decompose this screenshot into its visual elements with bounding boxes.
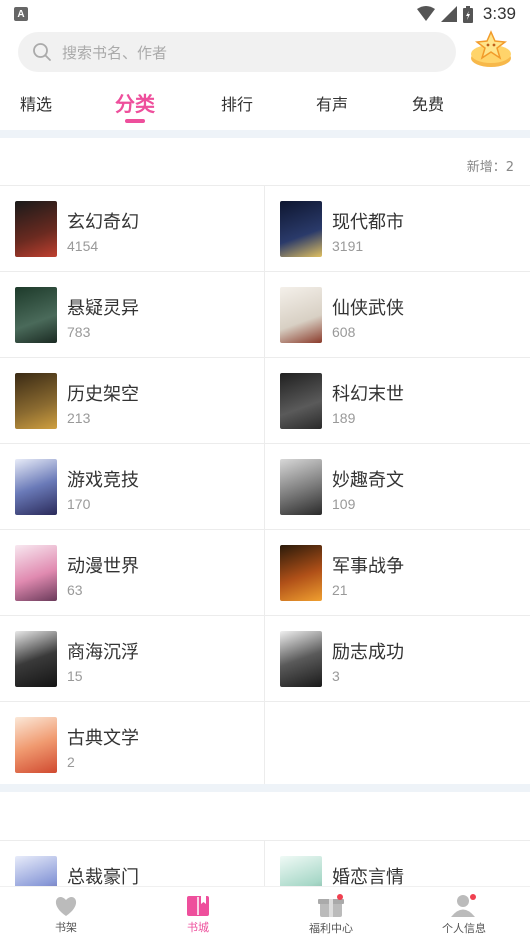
category-name: 玄幻奇幻 [67, 212, 139, 233]
person-icon [451, 894, 476, 917]
category-item-fantasy[interactable]: 玄幻奇幻 4154 [0, 186, 265, 272]
category-name: 婚恋言情 [332, 867, 404, 886]
category-count: 170 [67, 496, 91, 512]
category-name: 仙侠武侠 [332, 298, 404, 319]
clock: 3:39 [482, 4, 516, 23]
new-count-label: 新增：2 [466, 160, 514, 175]
category-item-scifi[interactable]: 科幻末世 189 [265, 358, 530, 444]
tab-category[interactable]: 分类 [115, 88, 155, 117]
category-item-urban[interactable]: 现代都市 3191 [265, 186, 530, 272]
book-cover [15, 201, 57, 257]
nav-bookstore[interactable]: 书城 [132, 887, 264, 942]
category-item-inspirational[interactable]: 励志成功 3 [265, 616, 530, 702]
tab-featured[interactable]: 精选 [20, 91, 52, 115]
book-cover [280, 459, 322, 515]
category-count: 2 [67, 754, 75, 770]
book-cover [280, 631, 322, 687]
category-name: 总裁豪门 [67, 867, 139, 886]
active-tab-indicator [125, 119, 145, 123]
category-item-business[interactable]: 商海沉浮 15 [0, 616, 265, 702]
battery-icon [462, 5, 473, 23]
nav-bookshelf[interactable]: 书架 [0, 887, 132, 942]
nav-label: 福利中心 [309, 922, 353, 935]
search-row: 搜索书名、作者 [18, 30, 514, 72]
search-icon [33, 43, 51, 61]
category-item-xianxia[interactable]: 仙侠武侠 608 [265, 272, 530, 358]
book-cover [15, 373, 57, 429]
category-count: 3 [332, 668, 340, 684]
category-name: 历史架空 [67, 384, 139, 405]
category-name: 现代都市 [332, 212, 404, 233]
category-count: 15 [67, 668, 83, 684]
bottom-nav: 书架 书城 福利中心 个人信息 [0, 886, 530, 942]
book-cover [15, 717, 57, 773]
category-name: 悬疑灵异 [67, 298, 139, 319]
category-name: 科幻末世 [332, 384, 404, 405]
category-item-empty [265, 702, 530, 788]
heart-icon [55, 897, 77, 916]
category-item-quirky[interactable]: 妙趣奇文 109 [265, 444, 530, 530]
nav-welfare[interactable]: 福利中心 [265, 887, 397, 942]
category-item-anime[interactable]: 动漫世界 63 [0, 530, 265, 616]
category-name: 商海沉浮 [67, 642, 139, 663]
category-name: 古典文学 [67, 728, 139, 749]
category-item-history[interactable]: 历史架空 213 [0, 358, 265, 444]
category-count: 109 [332, 496, 356, 512]
book-icon [187, 896, 209, 916]
category-count: 213 [67, 410, 91, 426]
category-count: 63 [67, 582, 83, 598]
wifi-icon [416, 6, 435, 21]
book-cover [280, 287, 322, 343]
category-item-military[interactable]: 军事战争 21 [265, 530, 530, 616]
category-item-suspense[interactable]: 悬疑灵异 783 [0, 272, 265, 358]
category-name: 动漫世界 [67, 556, 139, 577]
section-divider [0, 784, 530, 792]
category-name: 军事战争 [332, 556, 404, 577]
app-notification-icon: A [14, 7, 28, 21]
search-placeholder: 搜索书名、作者 [62, 43, 168, 62]
nav-profile[interactable]: 个人信息 [398, 887, 530, 942]
category-count: 783 [67, 324, 91, 340]
category-item-gaming[interactable]: 游戏竞技 170 [0, 444, 265, 530]
gift-star-icon[interactable] [468, 26, 514, 72]
tab-audio[interactable]: 有声 [316, 91, 348, 115]
search-input[interactable]: 搜索书名、作者 [18, 32, 456, 72]
category-count: 4154 [67, 238, 99, 254]
book-cover [15, 545, 57, 601]
category-item-romance[interactable]: 婚恋言情 [265, 841, 530, 886]
nav-label: 个人信息 [442, 922, 486, 935]
section-divider [0, 130, 530, 138]
nav-label: 书架 [55, 921, 77, 934]
category-name: 励志成功 [332, 642, 404, 663]
category-name: 妙趣奇文 [332, 470, 404, 491]
category-item-ceo[interactable]: 总裁豪门 [0, 841, 265, 886]
category-count: 3191 [332, 238, 364, 254]
tab-ranking[interactable]: 排行 [221, 91, 253, 115]
book-cover [15, 459, 57, 515]
book-cover [280, 201, 322, 257]
gift-box-icon [318, 894, 344, 917]
category-count: 608 [332, 324, 356, 340]
nav-label: 书城 [187, 921, 209, 934]
category-count: 189 [332, 410, 356, 426]
category-tabs: 精选 分类 排行 有声 免费 [0, 86, 530, 123]
book-cover [15, 287, 57, 343]
book-cover [15, 856, 57, 886]
book-cover [15, 631, 57, 687]
section2-grid: 总裁豪门 婚恋言情 [0, 840, 530, 886]
category-grid: 玄幻奇幻 4154 现代都市 3191 悬疑灵异 783 仙侠武侠 608 历史… [0, 185, 530, 788]
category-count: 21 [332, 582, 348, 598]
category-name: 游戏竞技 [67, 470, 139, 491]
signal-icon [440, 6, 457, 22]
book-cover [280, 545, 322, 601]
status-bar: A 3:39 [0, 0, 530, 28]
tab-free[interactable]: 免费 [412, 91, 444, 115]
category-item-classical[interactable]: 古典文学 2 [0, 702, 265, 788]
book-cover [280, 373, 322, 429]
book-cover [280, 856, 322, 886]
